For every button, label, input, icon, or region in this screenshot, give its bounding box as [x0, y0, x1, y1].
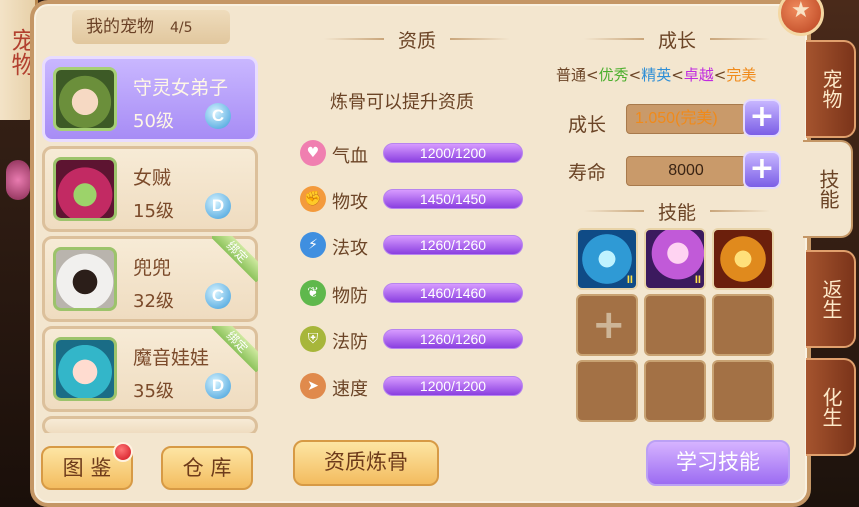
stat-row-pdef: ❦ 物防 1460/1460 — [300, 280, 530, 310]
growth-title: 成长 — [584, 26, 770, 53]
bound-tag: 绑定 — [212, 326, 258, 372]
stat-label: 法攻 — [332, 238, 368, 259]
skill-slot-empty — [576, 360, 638, 422]
tab-skill[interactable]: 技能 — [803, 140, 853, 238]
pet-card-1[interactable]: 守灵女弟子 50级 C — [42, 56, 258, 142]
grade-badge: D — [205, 373, 231, 399]
pet-list[interactable]: 守灵女弟子 50级 C 女贼 15级 D 兜兜 32级 C 绑定 魔音娃娃 35… — [38, 48, 262, 433]
stat-row-hp: ♥ 气血 1200/1200 — [300, 140, 530, 170]
stat-row-mdef: ⛨ 法防 1260/1260 — [300, 326, 530, 356]
pet-list-title: 我的宠物 — [86, 17, 154, 37]
tab-transform[interactable]: 化生 — [806, 358, 856, 456]
skill-level: II — [626, 274, 633, 286]
grade-perfect: 完美 — [726, 66, 757, 84]
pet-card-2[interactable]: 女贼 15级 D — [42, 146, 258, 232]
grade-good: 优秀 — [598, 66, 629, 84]
fire-blade-skill-icon[interactable] — [712, 228, 774, 290]
grade-elite: 精英 — [641, 66, 672, 84]
star-icon: ★ — [791, 0, 811, 23]
pet-card-3[interactable]: 兜兜 32级 C 绑定 — [42, 236, 258, 322]
bound-tag: 绑定 — [212, 236, 258, 282]
pet-card-5[interactable] — [42, 416, 258, 433]
stat-bar: 1200/1200 — [383, 376, 523, 396]
learn-skill-button[interactable]: 学习技能 — [646, 440, 790, 486]
stat-label: 速度 — [332, 379, 368, 400]
leaf-icon: ❦ — [300, 280, 326, 306]
skills-title: 技能 — [584, 198, 770, 225]
notification-dot — [113, 442, 133, 462]
skill-slot-add[interactable]: + — [576, 294, 638, 356]
pet-level: 35级 — [133, 381, 174, 402]
pet-level: 15级 — [133, 201, 174, 222]
skill-slot-empty — [644, 360, 706, 422]
skill-slot-empty — [644, 294, 706, 356]
pet-avatar — [53, 157, 117, 221]
bound-label: 绑定 — [212, 236, 258, 282]
grade-badge: D — [205, 193, 231, 219]
life-value: 8000 — [626, 156, 746, 186]
bound-label: 绑定 — [212, 326, 258, 372]
pet-name: 女贼 — [133, 167, 172, 189]
ice-cross-skill-icon[interactable]: II — [576, 228, 638, 290]
pet-name: 魔音娃娃 — [133, 347, 210, 369]
stat-label: 物攻 — [332, 192, 368, 213]
heart-icon: ♥ — [300, 140, 326, 166]
pet-avatar — [53, 337, 117, 401]
stat-label: 法防 — [332, 332, 368, 353]
tab-rebirth[interactable]: 返生 — [806, 250, 856, 348]
life-label: 寿命 — [568, 162, 607, 184]
skill-slot-empty — [712, 294, 774, 356]
grade-badge: C — [205, 283, 231, 309]
stat-row-patk: ✊ 物攻 1450/1450 — [300, 186, 530, 216]
shield-icon: ⛨ — [300, 326, 326, 352]
pet-avatar — [53, 67, 117, 131]
stat-label: 气血 — [332, 146, 368, 167]
lightning-icon: ⚡ — [300, 232, 326, 258]
growth-value: 1.050(完美) — [626, 104, 746, 134]
pet-level: 32级 — [133, 291, 174, 312]
pet-list-header: 我的宠物 4/5 — [72, 10, 230, 44]
grade-legend: 普通<优秀<精英<卓越<完美 — [556, 66, 757, 84]
grade-badge: C — [205, 103, 231, 129]
magic-staff-skill-icon[interactable]: II — [644, 228, 706, 290]
stat-label: 物防 — [332, 286, 368, 307]
stat-row-matk: ⚡ 法攻 1260/1260 — [300, 232, 530, 262]
aptitude-title: 资质 — [324, 26, 510, 53]
growth-plus-button[interactable]: + — [743, 99, 781, 137]
pet-count: 4/5 — [170, 20, 193, 36]
warehouse-button[interactable]: 仓 库 — [161, 446, 253, 490]
pet-level: 50级 — [133, 111, 174, 132]
stat-bar: 1260/1260 — [383, 329, 523, 349]
boot-icon: ➤ — [300, 373, 326, 399]
aptitude-hint: 炼骨可以提升资质 — [330, 92, 474, 113]
stat-bar: 1200/1200 — [383, 143, 523, 163]
grade-excellent: 卓越 — [683, 66, 714, 84]
refine-button[interactable]: 资质炼骨 — [293, 440, 439, 486]
stat-bar: 1260/1260 — [383, 235, 523, 255]
pet-name: 守灵女弟子 — [133, 77, 229, 99]
pet-card-4[interactable]: 魔音娃娃 35级 D 绑定 — [42, 326, 258, 412]
add-icon: + — [592, 302, 626, 348]
lantern-icon — [6, 160, 30, 200]
pet-avatar — [53, 247, 117, 311]
grade-normal: 普通 — [556, 66, 587, 84]
pet-name: 兜兜 — [133, 257, 172, 279]
stat-bar: 1460/1460 — [383, 283, 523, 303]
life-plus-button[interactable]: + — [743, 151, 781, 189]
stat-bar: 1450/1450 — [383, 189, 523, 209]
fist-icon: ✊ — [300, 186, 326, 212]
growth-label: 成长 — [568, 114, 607, 136]
tab-pet[interactable]: 宠物 — [806, 40, 856, 138]
skill-level: II — [694, 274, 701, 286]
stat-row-speed: ➤ 速度 1200/1200 — [300, 373, 530, 403]
skill-slot-empty — [712, 360, 774, 422]
